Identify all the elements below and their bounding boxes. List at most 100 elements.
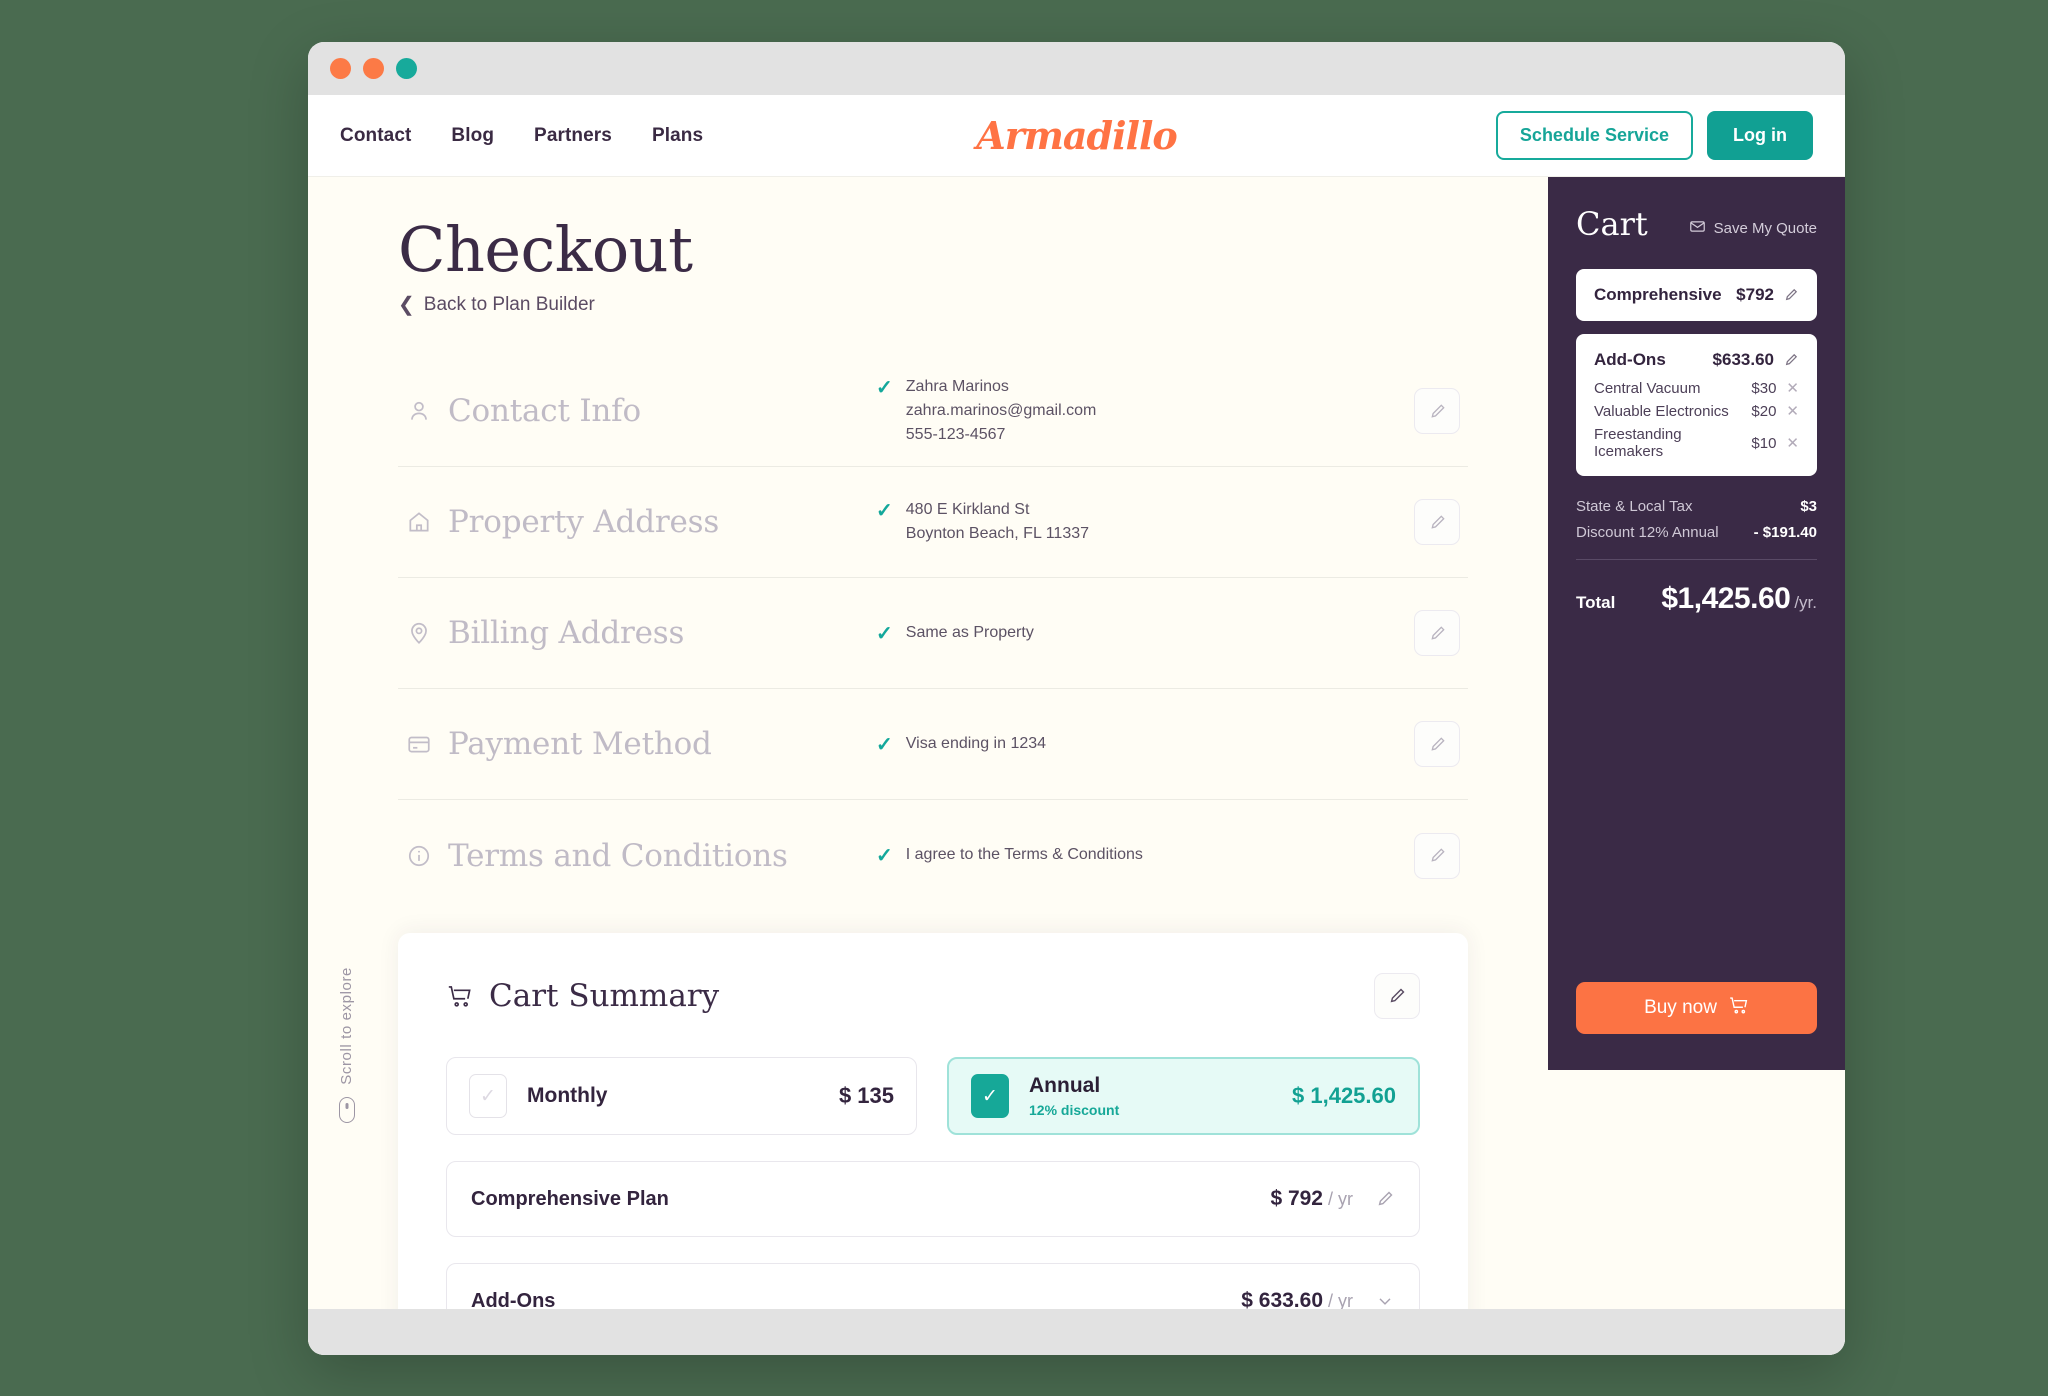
cart-plan-name: Comprehensive [1594,285,1722,304]
remove-addon-icon[interactable]: ✕ [1786,381,1799,396]
envelope-icon [1689,218,1706,239]
section-title: Property Address [448,504,720,540]
check-icon: ✓ [876,845,893,867]
save-my-quote-button[interactable]: Save My Quote [1689,218,1817,239]
line-item-add-ons[interactable]: Add-Ons $ 633.60 / yr [446,1263,1420,1309]
toggle-monthly[interactable]: ✓ Monthly $ 135 [446,1057,917,1135]
right-column: Cart Save My Quote Comprehensive $792 Ad… [1548,177,1845,1309]
annual-price: $ 1,425.60 [1292,1083,1396,1108]
section-payment-method[interactable]: Payment Method ✓ Visa ending in 1234 [398,689,1468,800]
cart-plan-price: $792 [1736,285,1774,304]
monthly-checkbox[interactable]: ✓ [469,1074,507,1118]
divider [1576,559,1817,560]
edit-terms-button[interactable] [1414,832,1460,879]
pencil-icon[interactable] [1375,1189,1395,1209]
discount-value: - $191.40 [1753,524,1817,541]
nav-item-contact[interactable]: Contact [340,125,411,147]
line-item-price: $ 633.60 [1241,1289,1323,1309]
monthly-price: $ 135 [838,1083,894,1108]
discount-label: Discount 12% Annual [1576,524,1719,541]
monthly-label: Monthly [527,1083,608,1107]
nav-item-partners[interactable]: Partners [534,125,612,147]
check-icon: ✓ [876,622,893,645]
browser-window: Contact Blog Partners Plans Armadillo Sc… [308,42,1845,1355]
cart-addons-name: Add-Ons [1594,350,1666,369]
addon-price: $30 [1751,380,1777,397]
section-terms-and-conditions[interactable]: Terms and Conditions ✓ I agree to the Te… [398,800,1468,911]
property-citystate: Boynton Beach, FL 11337 [905,525,1090,542]
tax-row: State & Local Tax $3 [1576,498,1817,515]
edit-cart-summary-button[interactable] [1374,973,1420,1019]
edit-payment-method-button[interactable] [1414,721,1460,767]
cart-addons-card[interactable]: Add-Ons $633.60 Central Vacuum $30 ✕ Val… [1576,334,1817,476]
line-item-period: / yr [1328,1290,1353,1310]
cart-summary-card: Cart Summary ✓ Monthly $ 135 ✓ Annual 12… [398,933,1468,1309]
chevron-down-icon[interactable] [1375,1291,1395,1309]
section-billing-address[interactable]: Billing Address ✓ Same as Property [398,578,1468,689]
check-icon: ✓ [876,733,893,756]
scroll-hint-label: Scroll to explore [338,967,355,1085]
nav-item-blog[interactable]: Blog [451,125,494,147]
contact-name: Zahra Marinos [905,378,1009,395]
section-title: Contact Info [448,393,641,429]
section-contact-info[interactable]: Contact Info ✓ Zahra Marinos zahra.marin… [398,356,1468,467]
grand-total-row: Total $1,425.60/yr. [1576,582,1817,616]
window-maximize-button[interactable] [396,58,417,79]
annual-checkbox[interactable]: ✓ [971,1074,1009,1118]
nav-actions: Schedule Service Log in [1495,111,1813,160]
nav-item-plans[interactable]: Plans [652,125,703,147]
remove-addon-icon[interactable]: ✕ [1786,404,1799,419]
edit-billing-address-button[interactable] [1414,610,1460,656]
back-link-label: Back to Plan Builder [423,294,595,315]
home-icon [406,509,432,535]
addon-item: Valuable Electronics $20 ✕ [1594,403,1799,420]
nav-links: Contact Blog Partners Plans [340,125,703,147]
edit-contact-info-button[interactable] [1414,388,1460,434]
save-my-quote-label: Save My Quote [1713,220,1817,237]
login-button[interactable]: Log in [1707,111,1813,160]
cart-panel-title: Cart [1576,205,1648,243]
line-item-price: $ 792 [1270,1187,1323,1210]
billing-period-toggles: ✓ Monthly $ 135 ✓ Annual 12% discount $ … [446,1057,1420,1135]
window-close-button[interactable] [330,58,351,79]
addon-item: Freestanding Icemakers $10 ✕ [1594,426,1799,460]
window-minimize-button[interactable] [363,58,384,79]
line-item-comprehensive-plan[interactable]: Comprehensive Plan $ 792 / yr [446,1161,1420,1237]
payment-value: Visa ending in 1234 [905,734,1047,752]
main-column: Scroll to explore Checkout ❮ Back to Pla… [308,177,1548,1309]
cart-plan-card[interactable]: Comprehensive $792 [1576,269,1817,321]
buy-now-label: Buy now [1644,997,1717,1018]
property-street: 480 E Kirkland St [905,501,1030,518]
window-bottom-bar [308,1309,1845,1355]
section-title: Terms and Conditions [448,837,788,874]
cart-addons-price: $633.60 [1712,350,1774,369]
tax-label: State & Local Tax [1576,498,1693,515]
mouse-icon [338,1096,355,1123]
total-label: Total [1576,593,1616,612]
discount-row: Discount 12% Annual - $191.40 [1576,524,1817,541]
edit-property-address-button[interactable] [1414,499,1460,545]
buy-now-button[interactable]: Buy now [1576,982,1817,1034]
terms-value: I agree to the Terms & Conditions [905,846,1143,863]
addon-name: Central Vacuum [1594,380,1701,397]
cart-icon [1728,995,1749,1022]
contact-email: zahra.marinos@gmail.com [905,402,1097,419]
brand-logo[interactable]: Armadillo [976,113,1178,158]
edit-plan-icon[interactable] [1783,287,1799,303]
top-navigation: Contact Blog Partners Plans Armadillo Sc… [308,95,1845,177]
back-to-plan-builder-link[interactable]: ❮ Back to Plan Builder [398,294,1468,316]
schedule-service-button[interactable]: Schedule Service [1495,111,1694,160]
cart-summary-title: Cart Summary [489,978,720,1014]
remove-addon-icon[interactable]: ✕ [1786,436,1799,451]
credit-card-icon [406,731,432,757]
cart-totals: State & Local Tax $3 Discount 12% Annual… [1576,498,1817,616]
line-item-name: Add-Ons [471,1289,556,1310]
toggle-annual[interactable]: ✓ Annual 12% discount $ 1,425.60 [947,1057,1420,1135]
check-icon: ✓ [876,377,893,399]
edit-addons-icon[interactable] [1783,352,1799,368]
check-icon: ✓ [876,500,893,522]
cart-panel: Cart Save My Quote Comprehensive $792 Ad… [1548,177,1845,1070]
section-title: Payment Method [448,726,712,762]
section-property-address[interactable]: Property Address ✓ 480 E Kirkland St Boy… [398,467,1468,578]
contact-phone: 555-123-4567 [905,426,1006,443]
